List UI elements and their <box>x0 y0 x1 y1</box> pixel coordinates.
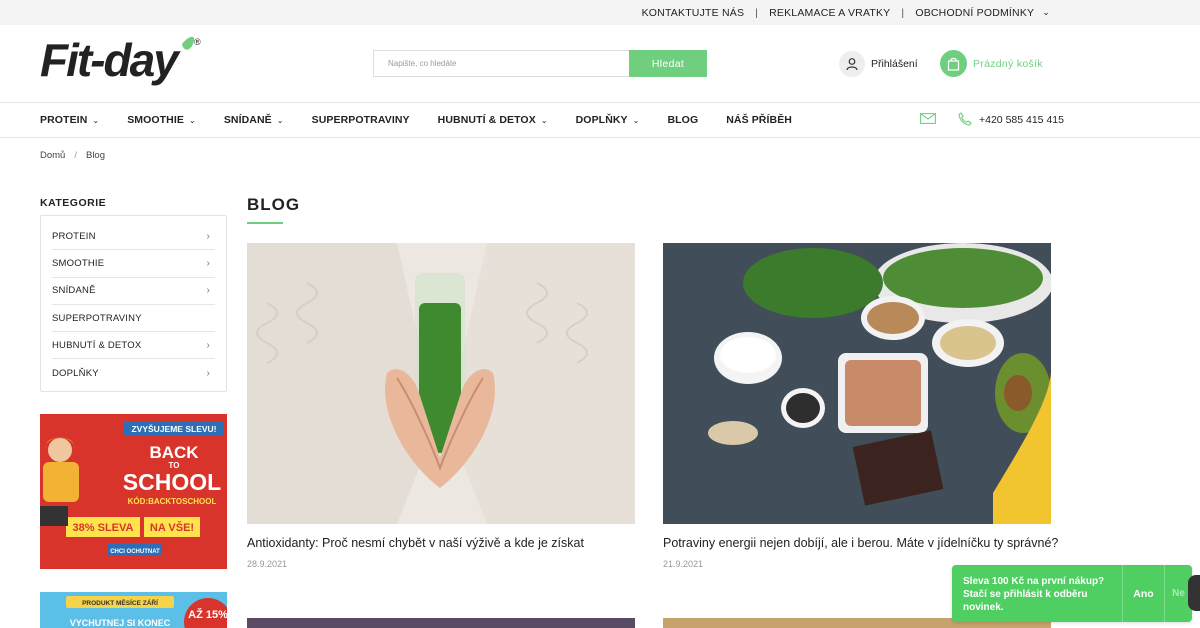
page-title: BLOG <box>247 195 301 214</box>
nav-item-doplnky[interactable]: DOPLŇKY ⌄ <box>576 114 640 126</box>
main-nav: PROTEIN ⌄ SMOOTHIE ⌄ SNÍDANĚ ⌄ SUPERPOTRAVI… <box>40 103 820 137</box>
post-image-energy-foods[interactable] <box>663 243 1051 524</box>
chevron-down-icon[interactable]: ⌄ <box>1042 7 1050 18</box>
category-label: PROTEIN <box>52 230 96 242</box>
breadcrumb-separator: / <box>74 150 77 161</box>
post-date: 28.9.2021 <box>247 559 288 569</box>
search-bar: Hledat <box>373 50 707 77</box>
popup-message: Sleva 100 Kč na první nákup? Stačí se př… <box>963 576 1105 613</box>
link-returns[interactable]: REKLAMACE A VRATKY <box>769 7 890 19</box>
chat-widget-tab[interactable] <box>1188 575 1200 611</box>
search-input[interactable] <box>373 50 629 77</box>
user-icon <box>839 51 865 77</box>
chevron-right-icon: › <box>206 367 210 379</box>
cart-link[interactable]: Prázdný košík <box>940 50 1043 77</box>
banner-code-text: KÓD:BACKTOSCHOOL <box>128 497 217 506</box>
banner2-big-text: AŽ 15% <box>188 608 227 621</box>
category-item-protein[interactable]: PROTEIN › <box>52 223 215 251</box>
chevron-right-icon: › <box>206 230 210 242</box>
popup-yes-button[interactable]: Ano <box>1122 565 1164 622</box>
category-item-superpotraviny[interactable]: SUPERPOTRAVINY <box>52 305 215 333</box>
nav-label: DOPLŇKY <box>575 114 628 126</box>
chevron-right-icon: › <box>206 257 210 269</box>
category-label: SNÍDANĚ <box>52 285 96 297</box>
chevron-down-icon: ⌄ <box>540 115 548 125</box>
chevron-down-icon: ⌄ <box>92 115 100 125</box>
category-label: SMOOTHIE <box>52 257 105 269</box>
nav-label: HUBNUTÍ & DETOX <box>437 114 536 126</box>
phone-icon <box>958 111 972 129</box>
category-list: PROTEIN › SMOOTHIE › SNÍDANĚ › SUPERPOTRAVI… <box>40 215 227 392</box>
category-label: HUBNUTÍ & DETOX <box>52 339 142 351</box>
top-utility-bar: KONTAKTUJTE NÁS | REKLAMACE A VRATKY | O… <box>0 0 1200 25</box>
breadcrumb-current: Blog <box>85 150 105 161</box>
nav-item-superpotraviny[interactable]: SUPERPOTRAVINY <box>312 114 410 126</box>
post-title[interactable]: Potraviny energii nejen dobíjí, ale i be… <box>663 536 1058 550</box>
login-link[interactable]: Přihlášení <box>839 51 918 77</box>
post-date: 21.9.2021 <box>663 559 704 569</box>
nav-item-protein[interactable]: PROTEIN ⌄ <box>40 114 99 126</box>
chevron-down-icon: ⌄ <box>189 115 196 125</box>
svg-text:Fit-day: Fit-day <box>40 34 181 86</box>
back-to-school-banner[interactable]: ZVYŠUJEME SLEVU! BACK TO SCHOOL KÓD:BACK… <box>40 414 227 569</box>
link-contact[interactable]: KONTAKTUJTE NÁS <box>642 7 745 19</box>
chevron-right-icon: › <box>206 285 210 297</box>
top-links: KONTAKTUJTE NÁS | REKLAMACE A VRATKY | O… <box>642 0 1050 25</box>
banner-cta-text: CHCI OCHUTNAT <box>110 549 160 555</box>
nav-label: SNÍDANĚ <box>223 114 272 126</box>
link-terms[interactable]: OBCHODNÍ PODMÍNKY <box>915 7 1034 19</box>
category-label: SUPERPOTRAVINY <box>52 312 142 324</box>
nav-label: BLOG <box>667 114 699 126</box>
nav-label: NÁŠ PŘÍBĚH <box>726 114 792 126</box>
registered-mark: ® <box>194 37 201 47</box>
separator: | <box>755 6 759 19</box>
banner-discount-text: 38% SLEVA <box>73 522 134 534</box>
chevron-right-icon: › <box>206 339 210 351</box>
nav-item-blog[interactable]: BLOG <box>667 114 698 126</box>
nav-item-smoothie[interactable]: SMOOTHIE ⌄ <box>127 114 196 126</box>
post-image-antioxidants[interactable] <box>247 243 635 524</box>
nav-label: PROTEIN <box>40 114 88 126</box>
nav-border-bottom <box>0 137 1200 138</box>
category-item-snidane[interactable]: SNÍDANĚ › <box>52 278 215 305</box>
breadcrumb-home[interactable]: Domů <box>40 150 65 161</box>
category-item-smoothie[interactable]: SMOOTHIE › <box>52 250 215 278</box>
category-item-hubnuti-detox[interactable]: HUBNUTÍ & DETOX › <box>52 332 215 360</box>
nav-item-snidane[interactable]: SNÍDANĚ ⌄ <box>224 114 284 126</box>
nav-item-hubnuti-detox[interactable]: HUBNUTÍ & DETOX ⌄ <box>438 114 548 126</box>
cart-label: Prázdný košík <box>973 57 1043 70</box>
phone-number[interactable]: +420 585 415 415 <box>979 114 1064 126</box>
category-item-doplnky[interactable]: DOPLŇKY › <box>52 359 215 386</box>
banner-top-text: ZVYŠUJEME SLEVU! <box>131 423 216 434</box>
nav-label: SMOOTHIE <box>127 114 184 126</box>
banner2-sub-text: VYCHUTNEJ SI KONEC <box>70 618 171 628</box>
mail-icon[interactable] <box>920 113 936 127</box>
newsletter-popup: Sleva 100 Kč na první nákup? Stačí se př… <box>952 565 1192 622</box>
nav-item-nas-pribeh[interactable]: NÁŠ PŘÍBĚH <box>726 114 792 126</box>
product-of-month-banner[interactable]: PRODUKT MĚSÍCE ZÁŘÍ VYCHUTNEJ SI KONEC A… <box>40 592 227 628</box>
sidebar-title: KATEGORIE <box>40 197 107 209</box>
post-title[interactable]: Antioxidanty: Proč nesmí chybět v naší v… <box>247 536 584 550</box>
shopping-bag-icon <box>940 50 967 77</box>
banner2-top-text: PRODUKT MĚSÍCE ZÁŘÍ <box>82 598 158 607</box>
breadcrumb: Domů / Blog <box>40 150 105 161</box>
chevron-down-icon: ⌄ <box>276 115 284 125</box>
title-underline <box>247 222 283 224</box>
contact-info: +420 585 415 415 <box>920 103 1064 137</box>
banner-school-text: SCHOOL <box>123 469 221 495</box>
post-image[interactable] <box>247 618 635 628</box>
fitday-logo[interactable]: Fit-day ® <box>40 30 210 92</box>
nav-label: SUPERPOTRAVINY <box>311 114 410 126</box>
login-label: Přihlášení <box>871 58 918 70</box>
search-button[interactable]: Hledat <box>629 50 707 77</box>
chevron-down-icon: ⌄ <box>632 115 640 125</box>
banner-back-text: BACK <box>149 443 199 462</box>
category-label: DOPLŇKY <box>52 367 99 379</box>
banner-suffix-text: NA VŠE! <box>150 521 194 534</box>
separator: | <box>901 6 905 19</box>
